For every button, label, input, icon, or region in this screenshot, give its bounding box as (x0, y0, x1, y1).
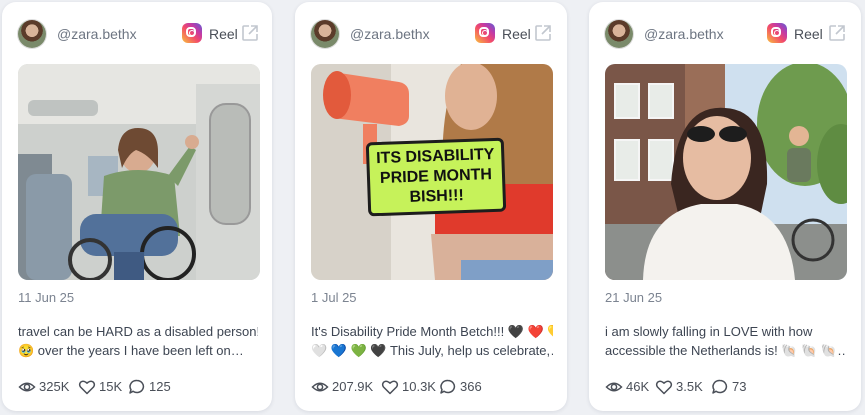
reel-thumbnail[interactable] (18, 64, 260, 280)
likes-count: 3.5K (676, 379, 703, 394)
instagram-icon (475, 23, 495, 43)
views-count: 325K (39, 379, 70, 394)
card-header: @zara.bethx Reel (311, 20, 551, 50)
views-count: 46K (626, 379, 650, 394)
caption-line: accessible the Netherlands is! 🐚 🐚 🐚… (605, 343, 847, 358)
eye-icon (605, 382, 623, 392)
instagram-icon (767, 23, 787, 43)
comment-icon (129, 379, 145, 394)
account-handle[interactable]: @zara.bethx (350, 26, 430, 42)
reel-card[interactable]: @zara.bethx Reel 21 Jun 25 i am slowly f… (589, 2, 861, 411)
post-caption: i am slowly falling in LOVE with how acc… (605, 322, 847, 360)
account-handle[interactable]: @zara.bethx (644, 26, 724, 42)
video-overlay-text: ITS DISABILITY PRIDE MONTH BISH!!! (365, 137, 507, 217)
post-caption: travel can be HARD as a disabled person!… (18, 322, 258, 360)
external-link-icon[interactable] (533, 23, 553, 43)
comment-icon (712, 379, 728, 394)
external-link-icon[interactable] (827, 23, 847, 43)
card-header: @zara.bethx Reel (605, 20, 845, 50)
likes-count: 15K (99, 379, 123, 394)
engagement-stats: 207.9K 10.3K 366 (311, 378, 551, 396)
post-date: 1 Jul 25 (311, 290, 357, 305)
heart-icon (78, 380, 96, 395)
caption-line: travel can be HARD as a disabled person! (18, 324, 258, 339)
post-type-label: Reel (794, 26, 823, 42)
reel-card[interactable]: @zara.bethx Reel 11 Jun 25 travel can be… (2, 2, 272, 411)
reel-thumbnail[interactable] (605, 64, 847, 280)
caption-line: 🤍 💙 💚 🖤 This July, help us celebrate,… (311, 343, 553, 358)
heart-icon (381, 380, 399, 395)
caption-line: It's Disability Pride Month Betch!!! 🖤 ❤… (311, 324, 553, 339)
caption-line: 🥹 over the years I have been left on… (18, 343, 244, 358)
avatar[interactable] (18, 20, 46, 48)
street-photo (605, 64, 847, 280)
post-date: 21 Jun 25 (605, 290, 663, 305)
reel-card[interactable]: @zara.bethx Reel ITS DISABILITY PRIDE MO… (295, 2, 567, 411)
comment-icon (440, 379, 456, 394)
engagement-stats: 325K 15K 125 (18, 378, 256, 396)
avatar[interactable] (311, 20, 339, 48)
caption-line: i am slowly falling in LOVE with how (605, 324, 813, 339)
eye-icon (311, 382, 329, 392)
account-handle[interactable]: @zara.bethx (57, 26, 137, 42)
comments-count: 73 (732, 379, 747, 394)
reel-thumbnail[interactable]: ITS DISABILITY PRIDE MONTH BISH!!! (311, 64, 553, 280)
avatar[interactable] (605, 20, 633, 48)
post-caption: It's Disability Pride Month Betch!!! 🖤 ❤… (311, 322, 553, 360)
eye-icon (18, 382, 36, 392)
views-count: 207.9K (332, 379, 374, 394)
post-type-label: Reel (209, 26, 238, 42)
comments-count: 125 (149, 379, 171, 394)
external-link-icon[interactable] (240, 23, 260, 43)
post-type-label: Reel (502, 26, 531, 42)
engagement-stats: 46K 3.5K 73 (605, 378, 845, 396)
comments-count: 366 (460, 379, 482, 394)
train-photo (18, 64, 260, 280)
card-header: @zara.bethx Reel (18, 20, 258, 50)
likes-count: 10.3K (402, 379, 436, 394)
heart-icon (655, 380, 673, 395)
post-date: 11 Jun 25 (18, 290, 75, 305)
instagram-icon (182, 23, 202, 43)
